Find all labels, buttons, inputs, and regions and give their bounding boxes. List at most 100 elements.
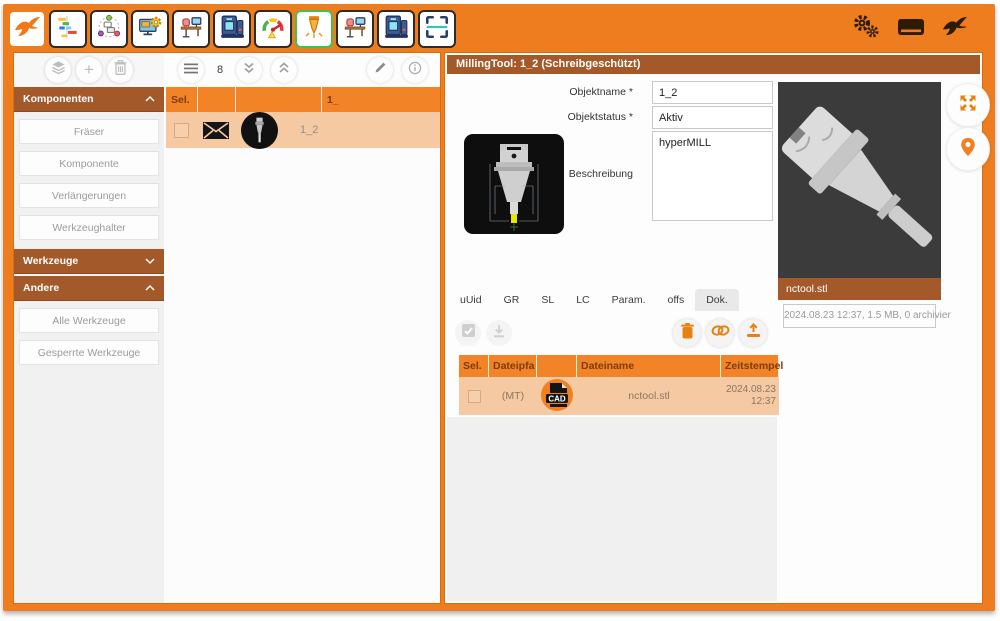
collapse-all-button[interactable] [271, 57, 297, 83]
tab-lc[interactable]: LC [565, 289, 600, 311]
document-row-nctool[interactable]: (MT) CAD nctool.stl 2024.08.23 12:37 [459, 377, 779, 415]
app-window: + Komponenten Fräser Komponente Verlänge… [3, 4, 995, 611]
sidebar-item-fraeser[interactable]: Fräser [19, 119, 159, 144]
sidebar-section-komponenten[interactable]: Komponenten [14, 87, 164, 112]
module-3d-printer-button[interactable] [213, 10, 251, 48]
milling-cutter-icon [301, 14, 327, 45]
list-menu-button[interactable] [178, 57, 204, 83]
beschreibung-textarea[interactable]: hyperMILL [652, 131, 773, 221]
module-team-button[interactable] [90, 10, 128, 48]
doc-column-time[interactable]: Zeitstempel [721, 355, 779, 377]
row-checkbox[interactable] [174, 123, 189, 138]
column-sel[interactable]: Sel. [166, 87, 198, 112]
sidebar-section-andere[interactable]: Andere [14, 276, 164, 301]
chevron-up-icon [145, 93, 155, 105]
tab-label: LC [576, 294, 589, 306]
document-table-header: Sel. Dateipfa Dateiname Zeitstempel [459, 355, 779, 377]
tab-uuid[interactable]: uUid [449, 289, 493, 311]
doc-column-icon[interactable] [537, 355, 577, 377]
module-workstation-button[interactable] [172, 10, 210, 48]
sidebar-item-gesperrte-werkzeuge[interactable]: Gesperrte Werkzeuge [19, 340, 159, 365]
delete-button[interactable] [107, 57, 133, 83]
module-milling-cutter-button-selected[interactable] [295, 10, 333, 48]
detail-tabs: uUid GR SL LC Param. offs Dok. [449, 289, 739, 311]
check-square-icon [461, 323, 476, 343]
info-button[interactable] [402, 57, 428, 83]
document-pane-background [447, 417, 777, 601]
workstation-icon-2 [342, 14, 368, 45]
envelope-icon [203, 122, 229, 139]
link-document-button[interactable] [706, 319, 734, 347]
sidebar-toolbar: + [14, 53, 164, 87]
objektname-input[interactable] [652, 81, 773, 104]
document-table: Sel. Dateipfa Dateiname Zeitstempel (MT)… [459, 355, 779, 415]
tab-gr[interactable]: GR [493, 289, 531, 311]
hummingbird-logo-button[interactable] [8, 10, 46, 48]
module-3d-printer-2-button[interactable] [377, 10, 415, 48]
main-content: + Komponenten Fräser Komponente Verlänge… [13, 52, 983, 604]
tab-label: uUid [460, 294, 482, 306]
column-name[interactable]: 1_ [322, 87, 440, 112]
section-label: Werkzeuge [23, 255, 78, 267]
objektstatus-input[interactable] [652, 106, 773, 129]
module-gantt-button[interactable] [49, 10, 87, 48]
delete-document-button[interactable] [673, 319, 701, 347]
document-toolbar [445, 315, 777, 351]
tab-dok-active[interactable]: Dok. [695, 289, 739, 311]
upload-icon [746, 323, 761, 343]
tab-sl[interactable]: SL [530, 289, 565, 311]
tool-row-1-2[interactable]: 1_2 [166, 112, 440, 148]
expand-viewer-button[interactable] [946, 83, 990, 127]
expand-all-button[interactable] [236, 57, 262, 83]
tab-label: Dok. [706, 294, 728, 306]
layers-button[interactable] [45, 57, 71, 83]
timestamp-date: 2024.08.23 [726, 384, 776, 396]
info-icon [408, 61, 422, 80]
download-button-disabled[interactable] [486, 320, 512, 346]
gantt-chart-icon [55, 14, 81, 45]
doc-column-path[interactable]: Dateipfa [489, 355, 537, 377]
doc-column-sel[interactable]: Sel. [459, 355, 489, 377]
tab-param[interactable]: Param. [601, 289, 657, 311]
column-icon[interactable] [236, 87, 322, 112]
upload-document-button[interactable] [739, 319, 767, 347]
item-label: Komponente [59, 158, 119, 170]
trash-orange-icon [681, 323, 694, 344]
chevron-up-icon [145, 282, 155, 294]
hummingbird-icon [13, 13, 41, 46]
stl-3d-viewer[interactable] [778, 82, 941, 278]
tool-preview-2d[interactable] [464, 134, 564, 234]
tab-label: GR [504, 294, 520, 306]
module-workstation-2-button[interactable] [336, 10, 374, 48]
sidebar-item-alle-werkzeuge[interactable]: Alle Werkzeuge [19, 308, 159, 333]
tab-offs[interactable]: offs [656, 289, 695, 311]
category-sidebar: + Komponenten Fräser Komponente Verlänge… [14, 53, 166, 603]
locate-button[interactable] [946, 127, 990, 171]
select-all-button-disabled[interactable] [455, 320, 481, 346]
doc-timestamp-value: 2024.08.23 12:37 [721, 384, 779, 408]
module-computer-settings-button[interactable] [131, 10, 169, 48]
browser-panel: + Komponenten Fräser Komponente Verlänge… [13, 52, 441, 604]
module-gauge-button[interactable] [254, 10, 292, 48]
sidebar-item-komponente[interactable]: Komponente [19, 151, 159, 176]
section-label: Andere [23, 282, 59, 294]
edit-button[interactable] [367, 57, 393, 83]
section-label: Komponenten [23, 93, 94, 105]
viewer-caption: nctool.stl [778, 278, 941, 300]
sidebar-section-werkzeuge[interactable]: Werkzeuge [14, 249, 164, 274]
plus-icon: + [84, 61, 94, 78]
tab-label: Param. [612, 294, 646, 306]
column-flag[interactable] [198, 87, 236, 112]
row-name-label: 1_2 [300, 124, 318, 136]
double-chevron-up-icon [278, 61, 290, 79]
module-scan-button[interactable] [418, 10, 456, 48]
settings-gears-icon[interactable] [851, 13, 881, 45]
beschreibung-label: Beschreibung [505, 168, 633, 180]
doc-row-checkbox[interactable] [468, 390, 481, 403]
hummingbird-dark-icon[interactable] [941, 13, 968, 45]
keyboard-icon[interactable] [897, 17, 925, 42]
sidebar-item-verlaengerungen[interactable]: Verlängerungen [19, 183, 159, 208]
doc-column-name[interactable]: Dateiname [577, 355, 721, 377]
sidebar-item-werkzeughalter[interactable]: Werkzeughalter [19, 215, 159, 240]
add-button[interactable]: + [76, 57, 102, 83]
